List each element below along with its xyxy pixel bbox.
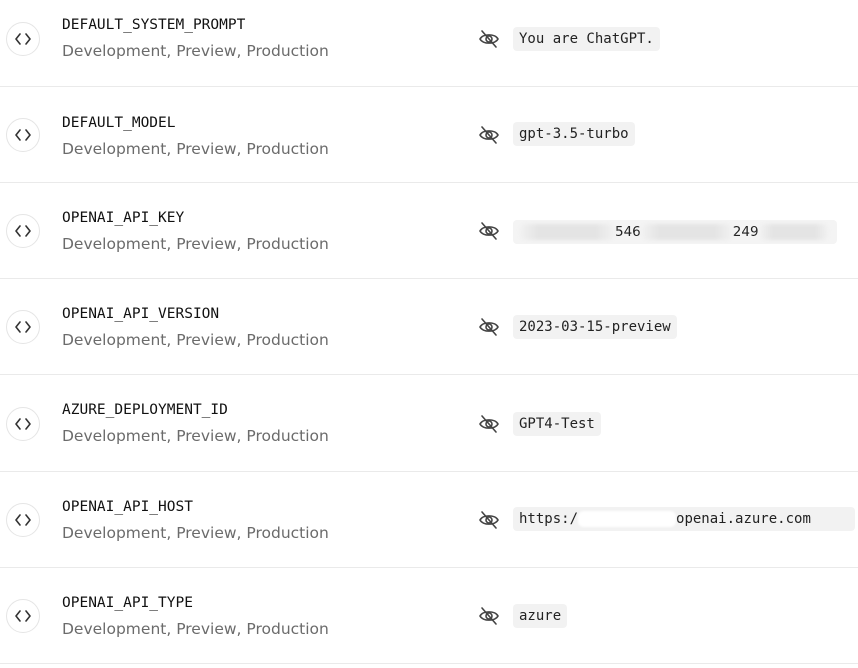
- env-var-value-text: 2023-03-15-preview: [519, 319, 671, 335]
- env-var-value[interactable]: azure: [513, 604, 568, 628]
- env-var-row: OPENAI_API_HOST Development, Preview, Pr…: [0, 472, 858, 568]
- env-var-name: OPENAI_API_KEY: [62, 210, 185, 226]
- code-icon: [6, 503, 40, 537]
- eye-off-icon[interactable]: [478, 510, 500, 530]
- redacted-segment: [519, 224, 615, 240]
- env-var-row: DEFAULT_MODEL Development, Preview, Prod…: [0, 87, 858, 183]
- env-var-name: OPENAI_API_TYPE: [62, 595, 193, 611]
- env-var-row: DEFAULT_SYSTEM_PROMPT Development, Previ…: [0, 0, 858, 87]
- eye-off-icon[interactable]: [478, 29, 500, 49]
- eye-off-icon[interactable]: [478, 317, 500, 337]
- env-var-value-text: azure: [519, 608, 562, 624]
- env-var-value-text: gpt-3.5-turbo: [519, 126, 629, 142]
- env-var-value-text: You are ChatGPT.: [519, 31, 654, 47]
- code-icon: [6, 310, 40, 344]
- code-icon: [6, 22, 40, 56]
- eye-off-icon[interactable]: [478, 414, 500, 434]
- env-var-value[interactable]: 2023-03-15-preview: [513, 315, 677, 339]
- env-var-name: AZURE_DEPLOYMENT_ID: [62, 402, 228, 418]
- env-var-targets: Development, Preview, Production: [62, 331, 329, 349]
- redacted-segment: [640, 224, 733, 240]
- env-var-row: OPENAI_API_VERSION Development, Preview,…: [0, 279, 858, 375]
- env-var-targets: Development, Preview, Production: [62, 140, 329, 158]
- env-var-value-fragment: openai.azure.com: [676, 511, 811, 527]
- env-var-value[interactable]: https:/ openai.azure.com: [513, 507, 855, 531]
- redacted-segment: [758, 224, 829, 240]
- redacted-segment: [578, 511, 677, 527]
- env-var-row: OPENAI_API_TYPE Development, Preview, Pr…: [0, 568, 858, 664]
- env-var-value-fragment: 546: [615, 224, 641, 240]
- env-var-value-fragment: 249: [732, 224, 759, 240]
- eye-off-icon[interactable]: [478, 606, 500, 626]
- env-var-value[interactable]: You are ChatGPT.: [513, 27, 660, 51]
- code-icon: [6, 118, 40, 152]
- environment-variables-list: DEFAULT_SYSTEM_PROMPT Development, Previ…: [0, 0, 858, 668]
- env-var-name: DEFAULT_MODEL: [62, 115, 176, 131]
- env-var-name: OPENAI_API_VERSION: [62, 306, 220, 322]
- env-var-targets: Development, Preview, Production: [62, 427, 329, 445]
- env-var-name: DEFAULT_SYSTEM_PROMPT: [62, 17, 246, 33]
- code-icon: [6, 407, 40, 441]
- env-var-value[interactable]: gpt-3.5-turbo: [513, 122, 635, 146]
- code-icon: [6, 599, 40, 633]
- eye-off-icon[interactable]: [478, 125, 500, 145]
- env-var-targets: Development, Preview, Production: [62, 235, 329, 253]
- code-icon: [6, 214, 40, 248]
- env-var-value[interactable]: 546 249: [513, 220, 837, 244]
- env-var-targets: Development, Preview, Production: [62, 42, 329, 60]
- env-var-row: AZURE_DEPLOYMENT_ID Development, Preview…: [0, 376, 858, 472]
- env-var-name: OPENAI_API_HOST: [62, 499, 193, 515]
- env-var-targets: Development, Preview, Production: [62, 524, 329, 542]
- env-var-targets: Development, Preview, Production: [62, 620, 329, 638]
- env-var-value-fragment: https:/: [519, 511, 579, 527]
- env-var-value-text: GPT4-Test: [519, 416, 595, 432]
- env-var-value[interactable]: GPT4-Test: [513, 412, 601, 436]
- env-var-row: OPENAI_API_KEY Development, Preview, Pro…: [0, 183, 858, 279]
- eye-off-icon[interactable]: [478, 221, 500, 241]
